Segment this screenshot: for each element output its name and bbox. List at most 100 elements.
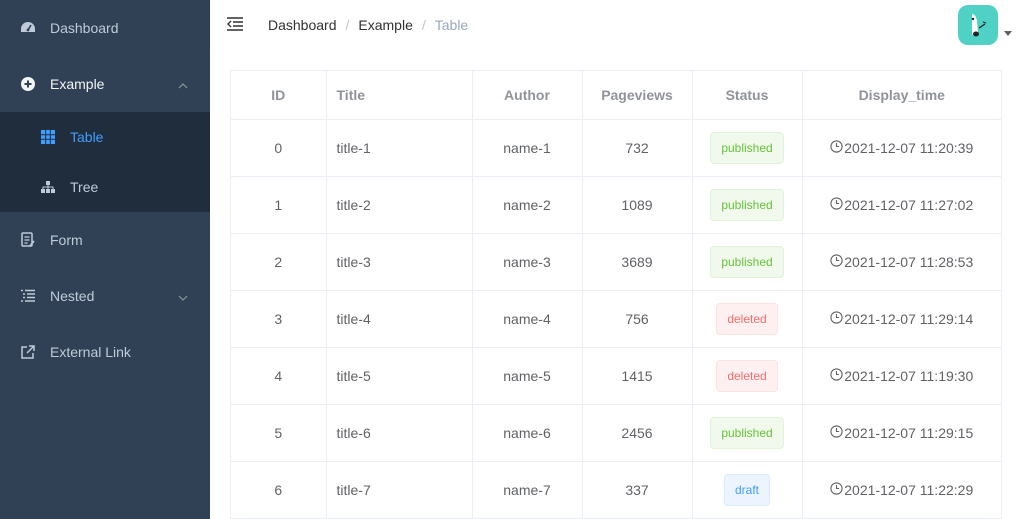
cell-display-time: 2021-12-07 11:19:30 [802, 347, 1001, 405]
chevron-down-icon [178, 288, 188, 304]
cell-status: published [692, 233, 803, 291]
display-time-text: 2021-12-07 11:22:29 [844, 481, 974, 498]
main-content: ID Title Author Pageviews Status Display… [210, 50, 1022, 519]
cell-status: published [692, 404, 803, 462]
dashboard-icon [20, 20, 36, 36]
cell-id: 2 [231, 233, 327, 291]
status-badge: published [710, 188, 784, 221]
table-row: 2 title-3 name-3 3689 published 2021-12-… [231, 233, 1001, 291]
cell-status: published [692, 176, 803, 234]
sidebar-item-form[interactable]: Form [0, 212, 210, 268]
cell-pageviews: 756 [582, 290, 693, 348]
sidebar-item-label: Nested [50, 288, 95, 304]
display-time-text: 2021-12-07 11:27:02 [844, 196, 974, 213]
sidebar-item-label: Example [50, 76, 105, 92]
cell-display-time: 2021-12-07 11:28:53 [802, 233, 1001, 291]
cell-display-time: 2021-12-07 11:20:39 [802, 119, 1001, 177]
cell-title: title-5 [326, 347, 473, 405]
display-time-text: 2021-12-07 11:28:53 [844, 253, 974, 270]
sidebar-item-label: Dashboard [50, 20, 119, 36]
table-row: 3 title-4 name-4 756 deleted 2021-12-07 … [231, 290, 1001, 348]
display-time-text: 2021-12-07 11:29:14 [844, 310, 974, 327]
cell-id: 3 [231, 290, 327, 348]
cell-title: title-3 [326, 233, 473, 291]
status-badge: published [710, 245, 784, 278]
clock-icon [830, 139, 844, 156]
table-icon [40, 129, 56, 145]
data-table: ID Title Author Pageviews Status Display… [230, 70, 1002, 519]
cell-id: 0 [231, 119, 327, 177]
clock-icon [830, 367, 844, 384]
breadcrumb-example[interactable]: Example [358, 17, 412, 33]
cell-author: name-4 [472, 290, 583, 348]
user-menu[interactable] [958, 5, 1012, 45]
cell-id: 4 [231, 347, 327, 405]
example-submenu: Table Tree [0, 112, 210, 212]
external-link-icon [20, 344, 36, 360]
table-row: 0 title-1 name-1 732 published 2021-12-0… [231, 119, 1001, 177]
sidebar-item-label: External Link [50, 344, 131, 360]
cell-author: name-3 [472, 233, 583, 291]
breadcrumb-separator: / [421, 17, 426, 33]
navbar: Dashboard / Example / Table [210, 0, 1022, 50]
sidebar-item-table[interactable]: Table [0, 112, 210, 162]
column-header-pageviews: Pageviews [582, 71, 693, 120]
sidebar-item-nested[interactable]: Nested [0, 268, 210, 324]
status-badge: published [710, 416, 784, 449]
column-header-author: Author [472, 71, 583, 120]
sidebar-item-tree[interactable]: Tree [0, 162, 210, 212]
cell-status: deleted [692, 290, 803, 348]
sidebar: Dashboard Example Table Tree Form Nested… [0, 0, 210, 519]
clock-icon [830, 310, 844, 327]
clock-icon [830, 253, 844, 270]
sidebar-item-label: Tree [70, 179, 99, 195]
breadcrumb-current: Table [434, 17, 469, 33]
cell-id: 6 [231, 461, 327, 519]
status-badge: draft [723, 473, 770, 506]
column-header-status: Status [692, 71, 803, 120]
table-row: 4 title-5 name-5 1415 deleted 2021-12-07… [231, 347, 1001, 405]
avatar[interactable] [958, 5, 998, 45]
cell-display-time: 2021-12-07 11:29:14 [802, 290, 1001, 348]
cell-author: name-1 [472, 119, 583, 177]
clock-icon [830, 424, 844, 441]
column-header-title: Title [326, 71, 473, 120]
cell-pageviews: 1415 [582, 347, 693, 405]
cell-title: title-2 [326, 176, 473, 234]
sidebar-item-example[interactable]: Example [0, 56, 210, 112]
tree-icon [40, 179, 56, 195]
display-time-text: 2021-12-07 11:20:39 [844, 139, 974, 156]
table-row: 1 title-2 name-2 1089 published 2021-12-… [231, 176, 1001, 234]
table-row: 5 title-6 name-6 2456 published 2021-12-… [231, 404, 1001, 462]
cell-author: name-2 [472, 176, 583, 234]
sidebar-item-label: Table [70, 129, 104, 145]
cell-author: name-6 [472, 404, 583, 462]
cell-id: 1 [231, 176, 327, 234]
cell-title: title-4 [326, 290, 473, 348]
display-time-text: 2021-12-07 11:29:15 [844, 424, 974, 441]
cell-pageviews: 2456 [582, 404, 693, 462]
column-header-display-time: Display_time [802, 71, 1001, 120]
breadcrumb-dashboard[interactable]: Dashboard [268, 17, 337, 33]
cell-author: name-5 [472, 347, 583, 405]
caret-down-icon [1004, 23, 1012, 39]
chevron-up-icon [178, 76, 188, 92]
example-icon [20, 76, 36, 92]
cell-status: draft [692, 461, 803, 519]
sidebar-item-dashboard[interactable]: Dashboard [0, 0, 210, 56]
clock-icon [830, 481, 844, 498]
column-header-id: ID [231, 71, 327, 120]
cell-status: deleted [692, 347, 803, 405]
breadcrumb: Dashboard / Example / Table [268, 17, 468, 33]
cell-title: title-7 [326, 461, 473, 519]
table-header-row: ID Title Author Pageviews Status Display… [231, 71, 1001, 120]
clock-icon [830, 196, 844, 213]
form-icon [20, 232, 36, 248]
status-badge: deleted [716, 359, 778, 392]
cell-pageviews: 732 [582, 119, 693, 177]
display-time-text: 2021-12-07 11:19:30 [844, 367, 974, 384]
cell-display-time: 2021-12-07 11:22:29 [802, 461, 1001, 519]
cell-pageviews: 3689 [582, 233, 693, 291]
sidebar-item-external-link[interactable]: External Link [0, 324, 210, 380]
hamburger-icon[interactable] [226, 15, 244, 33]
